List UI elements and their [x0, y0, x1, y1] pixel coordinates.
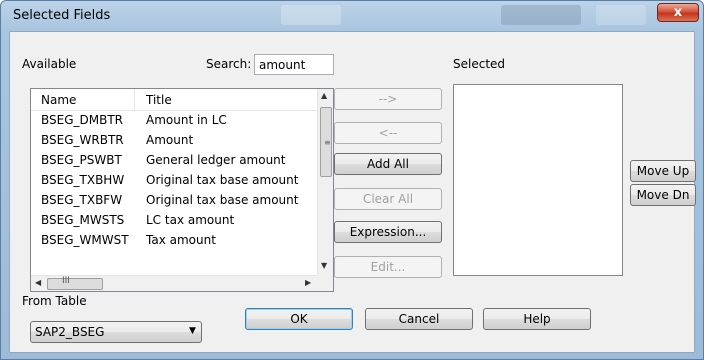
field-name: BSEG_MWSTS — [41, 213, 125, 227]
scrollbar-corner — [317, 275, 333, 291]
grip-icon: ≡ — [324, 138, 331, 147]
scroll-left-icon[interactable]: ◀ — [35, 278, 41, 287]
from-table-dropdown[interactable]: SAP2_BSEG ▼ — [30, 321, 202, 343]
list-item[interactable]: BSEG_WRBTR Amount — [31, 131, 317, 151]
window-title: Selected Fields — [13, 8, 111, 23]
vertical-scrollbar[interactable]: ▲ ≡ ▼ — [317, 89, 333, 275]
cancel-button[interactable]: Cancel — [365, 308, 473, 330]
expression-button[interactable]: Expression... — [334, 221, 442, 243]
vertical-scroll-thumb[interactable]: ≡ — [320, 107, 332, 177]
field-title: General ledger amount — [146, 153, 286, 167]
field-name: BSEG_TXBHW — [41, 173, 125, 187]
column-header-title[interactable]: Title — [146, 93, 172, 107]
edit-button[interactable]: Edit... — [334, 256, 442, 278]
from-table-value: SAP2_BSEG — [35, 325, 105, 339]
search-label: Search: — [206, 57, 252, 71]
title-bar-background — [596, 5, 646, 25]
column-header-name[interactable]: Name — [41, 93, 76, 107]
selected-fields-list[interactable] — [453, 84, 623, 276]
field-name: BSEG_PSWBT — [41, 153, 122, 167]
field-title: Original tax base amount — [146, 193, 299, 207]
field-name: BSEG_TXBFW — [41, 193, 123, 207]
horizontal-scrollbar[interactable]: ◀ III ▶ — [31, 275, 317, 291]
close-icon: x — [673, 5, 683, 20]
horizontal-scroll-thumb[interactable]: III — [47, 276, 103, 290]
dialog-body: Available Search: Selected Name Title BS… — [9, 31, 696, 353]
list-item[interactable]: BSEG_WMWST Tax amount — [31, 231, 317, 251]
dialog-window: Selected Fields x Available Search: Sele… — [0, 0, 704, 360]
from-table-label: From Table — [22, 294, 87, 308]
field-name: BSEG_DMBTR — [41, 113, 124, 127]
field-title: Tax amount — [146, 233, 216, 247]
available-label: Available — [22, 57, 77, 71]
move-up-button[interactable]: Move Up — [630, 160, 696, 182]
scroll-up-icon[interactable]: ▲ — [321, 91, 327, 100]
field-name: BSEG_WRBTR — [41, 133, 124, 147]
field-title: LC tax amount — [146, 213, 235, 227]
list-item[interactable]: BSEG_TXBHW Original tax base amount — [31, 171, 317, 191]
list-header: Name Title — [31, 89, 317, 111]
list-item[interactable]: BSEG_DMBTR Amount in LC — [31, 111, 317, 131]
column-divider[interactable] — [134, 89, 135, 111]
ok-button[interactable]: OK — [245, 308, 353, 330]
field-title: Amount — [146, 133, 194, 147]
list-item[interactable]: BSEG_TXBFW Original tax base amount — [31, 191, 317, 211]
selected-label: Selected — [453, 57, 506, 71]
scroll-down-icon[interactable]: ▼ — [321, 261, 327, 270]
field-name: BSEG_WMWST — [41, 233, 129, 247]
chevron-down-icon: ▼ — [189, 326, 196, 336]
scroll-right-icon[interactable]: ▶ — [305, 278, 311, 287]
field-title: Original tax base amount — [146, 173, 299, 187]
list-item[interactable]: BSEG_PSWBT General ledger amount — [31, 151, 317, 171]
title-bar-background — [281, 5, 341, 25]
add-all-button[interactable]: Add All — [334, 153, 442, 175]
remove-button[interactable]: <-- — [334, 122, 442, 144]
available-fields-list[interactable]: Name Title BSEG_DMBTR Amount in LC BSEG_… — [30, 88, 334, 292]
search-input[interactable] — [254, 54, 334, 75]
clear-all-button[interactable]: Clear All — [334, 188, 442, 210]
close-button[interactable]: x — [657, 3, 699, 22]
move-down-button[interactable]: Move Dn — [630, 184, 696, 206]
field-title: Amount in LC — [146, 113, 227, 127]
title-bar-background — [501, 5, 581, 25]
grip-icon: III — [62, 276, 70, 286]
help-button[interactable]: Help — [483, 308, 591, 330]
add-button[interactable]: --> — [334, 88, 442, 110]
list-item[interactable]: BSEG_MWSTS LC tax amount — [31, 211, 317, 231]
title-bar[interactable]: Selected Fields x — [1, 1, 703, 31]
